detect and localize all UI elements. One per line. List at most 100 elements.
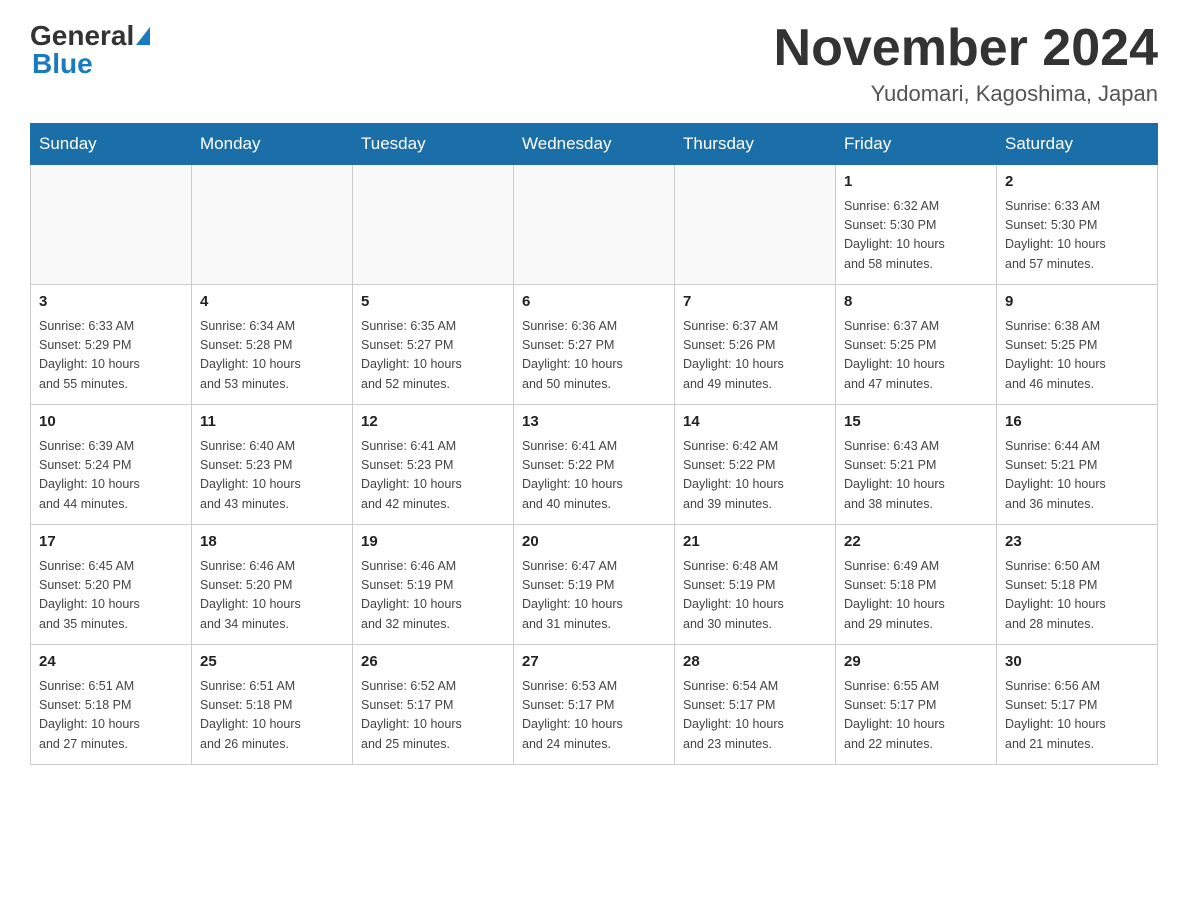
calendar-cell: 4 Sunrise: 6:34 AM Sunset: 5:28 PM Daylig… [192,285,353,405]
day-number: 1 [844,171,988,194]
calendar-cell: 2 Sunrise: 6:33 AM Sunset: 5:30 PM Daylig… [997,165,1158,285]
weekday-header-row: SundayMondayTuesdayWednesdayThursdayFrid… [31,124,1158,165]
calendar-cell: 7 Sunrise: 6:37 AM Sunset: 5:26 PM Daylig… [675,285,836,405]
calendar-cell: 8 Sunrise: 6:37 AM Sunset: 5:25 PM Daylig… [836,285,997,405]
calendar-cell: 26 Sunrise: 6:52 AM Sunset: 5:17 PM Dayli… [353,645,514,765]
weekday-header-wednesday: Wednesday [514,124,675,165]
calendar-cell: 15 Sunrise: 6:43 AM Sunset: 5:21 PM Dayli… [836,405,997,525]
day-number: 14 [683,411,827,434]
day-info: Sunrise: 6:56 AM Sunset: 5:17 PM Dayligh… [1005,677,1149,755]
calendar-week-row: 10 Sunrise: 6:39 AM Sunset: 5:24 PM Dayli… [31,405,1158,525]
calendar-cell [192,165,353,285]
calendar-cell: 3Sunrise: 6:33 AM Sunset: 5:29 PM Daylig… [31,285,192,405]
calendar-cell: 19Sunrise: 6:46 AM Sunset: 5:19 PM Dayli… [353,525,514,645]
day-info: Sunrise: 6:33 AM Sunset: 5:29 PM Dayligh… [39,317,183,395]
calendar-cell [675,165,836,285]
logo-triangle-icon [136,27,150,45]
calendar-cell: 18 Sunrise: 6:46 AM Sunset: 5:20 PM Dayli… [192,525,353,645]
calendar-cell: 27Sunrise: 6:53 AM Sunset: 5:17 PM Dayli… [514,645,675,765]
day-number: 15 [844,411,988,434]
day-info: Sunrise: 6:41 AM Sunset: 5:23 PM Dayligh… [361,437,505,515]
day-info: Sunrise: 6:42 AM Sunset: 5:22 PM Dayligh… [683,437,827,515]
calendar-cell: 28Sunrise: 6:54 AM Sunset: 5:17 PM Dayli… [675,645,836,765]
day-info: Sunrise: 6:48 AM Sunset: 5:19 PM Dayligh… [683,557,827,635]
day-info: Sunrise: 6:40 AM Sunset: 5:23 PM Dayligh… [200,437,344,515]
logo-blue-text: Blue [32,48,93,79]
day-info: Sunrise: 6:32 AM Sunset: 5:30 PM Dayligh… [844,197,988,275]
day-number: 9 [1005,291,1149,314]
weekday-header-tuesday: Tuesday [353,124,514,165]
calendar-cell: 17 Sunrise: 6:45 AM Sunset: 5:20 PM Dayli… [31,525,192,645]
day-info: Sunrise: 6:51 AM Sunset: 5:18 PM Dayligh… [39,677,183,755]
day-info: Sunrise: 6:37 AM Sunset: 5:25 PM Dayligh… [844,317,988,395]
day-info: Sunrise: 6:41 AM Sunset: 5:22 PM Dayligh… [522,437,666,515]
day-number: 18 [200,531,344,554]
day-number: 17 [39,531,183,554]
day-number: 2 [1005,171,1149,194]
weekday-header-monday: Monday [192,124,353,165]
calendar-cell: 20Sunrise: 6:47 AM Sunset: 5:19 PM Dayli… [514,525,675,645]
day-info: Sunrise: 6:51 AM Sunset: 5:18 PM Dayligh… [200,677,344,755]
title-area: November 2024 Yudomari, Kagoshima, Japan [774,20,1158,107]
day-info: Sunrise: 6:35 AM Sunset: 5:27 PM Dayligh… [361,317,505,395]
weekday-header-friday: Friday [836,124,997,165]
day-number: 16 [1005,411,1149,434]
day-number: 7 [683,291,827,314]
calendar-cell: 12Sunrise: 6:41 AM Sunset: 5:23 PM Dayli… [353,405,514,525]
day-info: Sunrise: 6:52 AM Sunset: 5:17 PM Dayligh… [361,677,505,755]
calendar-cell [31,165,192,285]
weekday-header-sunday: Sunday [31,124,192,165]
day-number: 13 [522,411,666,434]
calendar-cell: 14 Sunrise: 6:42 AM Sunset: 5:22 PM Dayli… [675,405,836,525]
calendar-cell: 13 Sunrise: 6:41 AM Sunset: 5:22 PM Dayli… [514,405,675,525]
calendar-cell: 22 Sunrise: 6:49 AM Sunset: 5:18 PM Dayli… [836,525,997,645]
day-number: 25 [200,651,344,674]
calendar-cell [353,165,514,285]
day-info: Sunrise: 6:43 AM Sunset: 5:21 PM Dayligh… [844,437,988,515]
calendar-table: SundayMondayTuesdayWednesdayThursdayFrid… [30,123,1158,765]
day-number: 5 [361,291,505,314]
day-info: Sunrise: 6:49 AM Sunset: 5:18 PM Dayligh… [844,557,988,635]
day-number: 22 [844,531,988,554]
day-number: 19 [361,531,505,554]
day-info: Sunrise: 6:45 AM Sunset: 5:20 PM Dayligh… [39,557,183,635]
calendar-header: SundayMondayTuesdayWednesdayThursdayFrid… [31,124,1158,165]
calendar-cell: 29 Sunrise: 6:55 AM Sunset: 5:17 PM Dayli… [836,645,997,765]
day-number: 26 [361,651,505,674]
calendar-cell: 1 Sunrise: 6:32 AM Sunset: 5:30 PM Daylig… [836,165,997,285]
calendar-cell: 24Sunrise: 6:51 AM Sunset: 5:18 PM Dayli… [31,645,192,765]
day-number: 10 [39,411,183,434]
day-info: Sunrise: 6:50 AM Sunset: 5:18 PM Dayligh… [1005,557,1149,635]
logo-area: General Blue [30,20,152,80]
day-number: 11 [200,411,344,434]
page-header: General Blue November 2024 Yudomari, Kag… [30,20,1158,107]
calendar-week-row: 1 Sunrise: 6:32 AM Sunset: 5:30 PM Daylig… [31,165,1158,285]
calendar-cell: 11 Sunrise: 6:40 AM Sunset: 5:23 PM Dayli… [192,405,353,525]
day-number: 20 [522,531,666,554]
day-info: Sunrise: 6:38 AM Sunset: 5:25 PM Dayligh… [1005,317,1149,395]
day-info: Sunrise: 6:33 AM Sunset: 5:30 PM Dayligh… [1005,197,1149,275]
calendar-week-row: 3Sunrise: 6:33 AM Sunset: 5:29 PM Daylig… [31,285,1158,405]
day-info: Sunrise: 6:37 AM Sunset: 5:26 PM Dayligh… [683,317,827,395]
day-info: Sunrise: 6:39 AM Sunset: 5:24 PM Dayligh… [39,437,183,515]
calendar-cell: 23Sunrise: 6:50 AM Sunset: 5:18 PM Dayli… [997,525,1158,645]
day-info: Sunrise: 6:53 AM Sunset: 5:17 PM Dayligh… [522,677,666,755]
calendar-cell: 16Sunrise: 6:44 AM Sunset: 5:21 PM Dayli… [997,405,1158,525]
day-number: 4 [200,291,344,314]
calendar-week-row: 24Sunrise: 6:51 AM Sunset: 5:18 PM Dayli… [31,645,1158,765]
day-info: Sunrise: 6:46 AM Sunset: 5:20 PM Dayligh… [200,557,344,635]
day-info: Sunrise: 6:55 AM Sunset: 5:17 PM Dayligh… [844,677,988,755]
day-number: 6 [522,291,666,314]
location-text: Yudomari, Kagoshima, Japan [774,81,1158,107]
day-number: 8 [844,291,988,314]
day-number: 21 [683,531,827,554]
day-info: Sunrise: 6:34 AM Sunset: 5:28 PM Dayligh… [200,317,344,395]
day-info: Sunrise: 6:54 AM Sunset: 5:17 PM Dayligh… [683,677,827,755]
calendar-cell [514,165,675,285]
calendar-cell: 5 Sunrise: 6:35 AM Sunset: 5:27 PM Daylig… [353,285,514,405]
day-info: Sunrise: 6:36 AM Sunset: 5:27 PM Dayligh… [522,317,666,395]
calendar-week-row: 17 Sunrise: 6:45 AM Sunset: 5:20 PM Dayli… [31,525,1158,645]
day-number: 29 [844,651,988,674]
calendar-cell: 25 Sunrise: 6:51 AM Sunset: 5:18 PM Dayli… [192,645,353,765]
calendar-cell: 30Sunrise: 6:56 AM Sunset: 5:17 PM Dayli… [997,645,1158,765]
